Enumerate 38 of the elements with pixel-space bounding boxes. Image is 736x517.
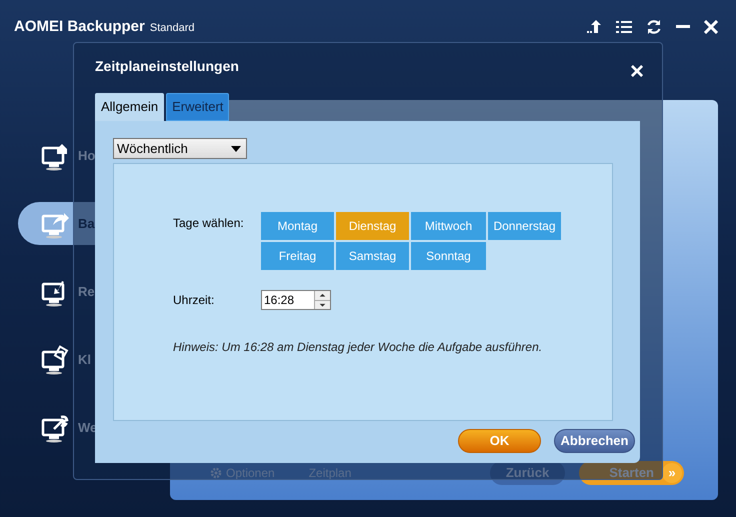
close-icon[interactable] bbox=[704, 20, 718, 34]
app-edition: Standard bbox=[150, 21, 195, 36]
frequency-dropdown[interactable]: Wöchentlich bbox=[113, 138, 247, 159]
start-button[interactable]: Starten » bbox=[579, 461, 684, 485]
menu-icon[interactable] bbox=[616, 20, 632, 34]
sidebar-label: Ho bbox=[78, 146, 96, 165]
monitor-wrench-icon bbox=[40, 412, 70, 442]
app-title: AOMEI Backupper bbox=[14, 16, 145, 37]
day-button[interactable]: Samstag bbox=[336, 242, 409, 270]
minimize-icon[interactable] bbox=[676, 25, 690, 29]
sidebar-item[interactable]: Kl bbox=[18, 338, 170, 381]
dialog-tab[interactable]: Erweitert bbox=[166, 93, 230, 121]
day-button[interactable]: Montag bbox=[261, 212, 334, 240]
day-button[interactable]: Donnerstag bbox=[488, 212, 561, 240]
spin-down-icon[interactable] bbox=[315, 300, 330, 309]
double-chevron-icon: » bbox=[662, 463, 682, 483]
close-button[interactable]: × bbox=[630, 60, 644, 84]
refresh-icon[interactable] bbox=[646, 19, 662, 35]
cancel-button[interactable]: Abbrechen bbox=[554, 429, 635, 453]
monitor-card-icon bbox=[40, 344, 70, 374]
days-label: Tage wählen: bbox=[173, 215, 245, 232]
day-button[interactable]: Dienstag bbox=[336, 212, 409, 240]
time-label: Uhrzeit: bbox=[173, 292, 216, 309]
time-spinner[interactable]: 16:28 bbox=[261, 290, 331, 310]
day-button[interactable]: Freitag bbox=[261, 242, 334, 270]
ok-button[interactable]: OK bbox=[458, 429, 541, 453]
dialog-tab[interactable]: Allgemein bbox=[95, 93, 164, 121]
hint-text: Hinweis: Um 16:28 am Dienstag jeder Woche die Aufgabe ausführen. bbox=[173, 339, 544, 356]
gear-icon bbox=[210, 467, 222, 479]
sidebar-label: Ba bbox=[78, 214, 95, 233]
day-button[interactable]: Mittwoch bbox=[411, 212, 486, 240]
dialog-title: Zeitplaneinstellungen bbox=[95, 56, 239, 76]
sidebar-label: Re bbox=[78, 282, 95, 301]
day-button[interactable]: Sonntag bbox=[411, 242, 486, 270]
sidebar-label: Kl bbox=[78, 350, 91, 369]
sidebar-item[interactable]: Re bbox=[18, 270, 170, 313]
upload-icon[interactable] bbox=[586, 19, 602, 35]
caret-icon bbox=[231, 146, 241, 152]
